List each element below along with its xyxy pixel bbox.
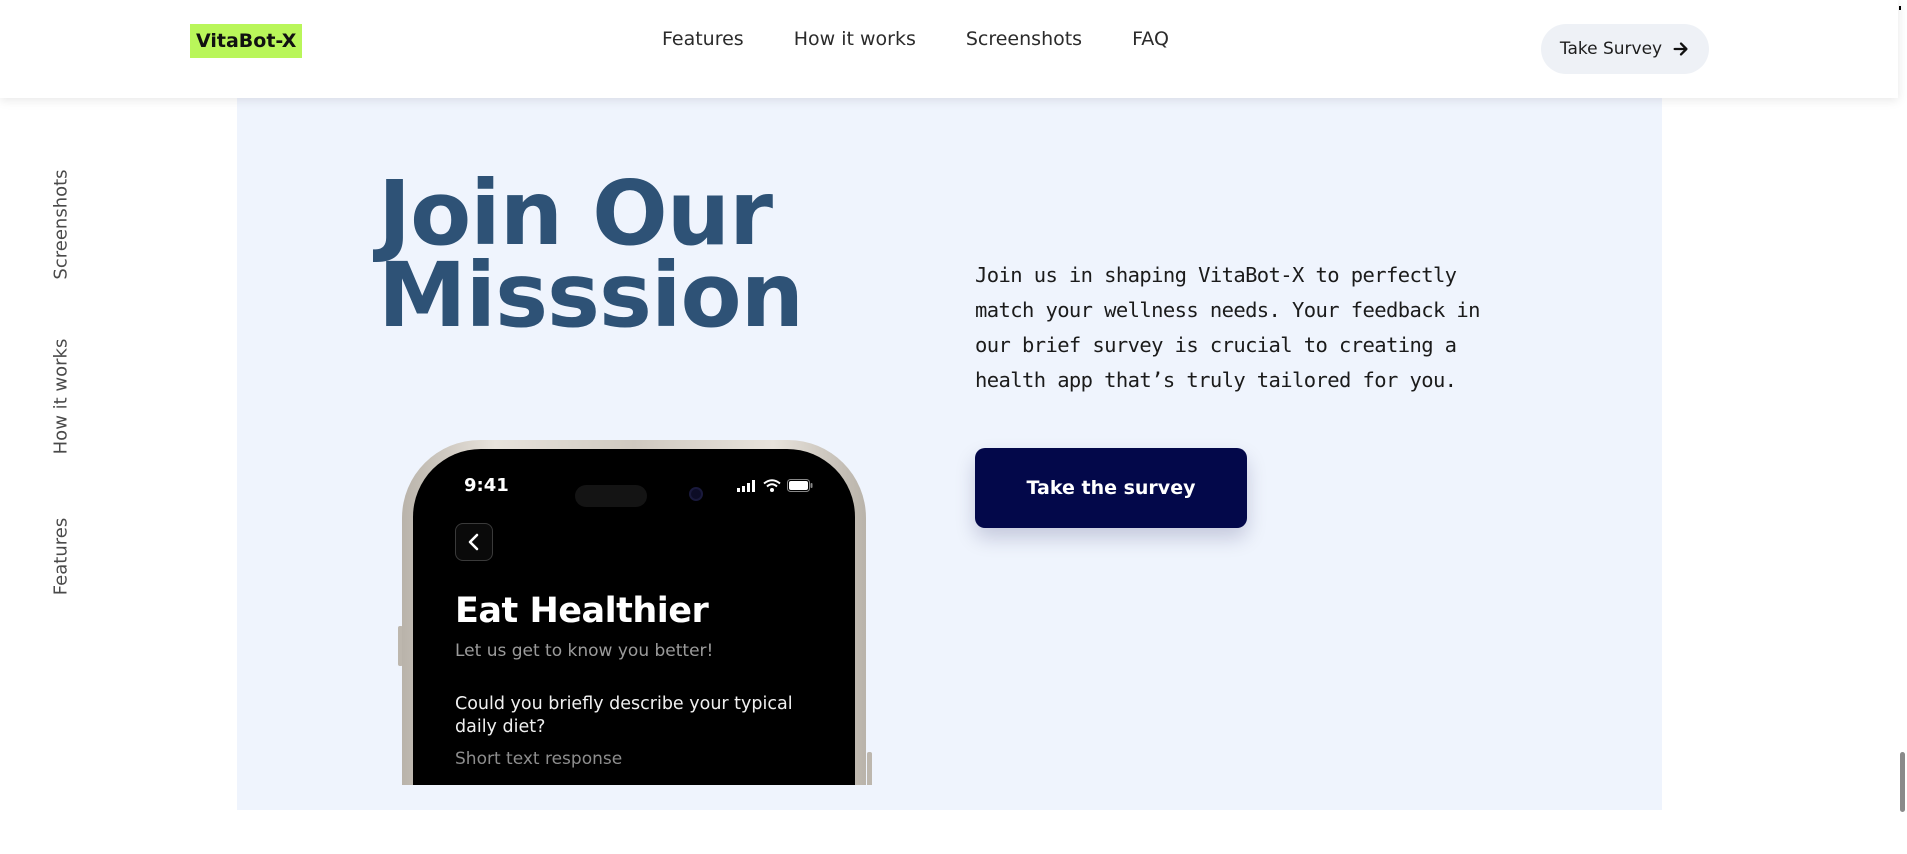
top-navbar: VitaBot-X Features How it works Screensh… xyxy=(0,0,1898,98)
scrollbar-thumb[interactable] xyxy=(1900,752,1905,812)
phone-frame: 9:41 Eat Healthier Let us get to know yo… xyxy=(402,440,866,785)
signal-icon xyxy=(737,479,755,492)
phone-screen-subtitle: Let us get to know you better! xyxy=(455,641,714,661)
nav-link-screenshots[interactable]: Screenshots xyxy=(966,28,1082,50)
page: VitaBot-X Features How it works Screensh… xyxy=(0,0,1907,854)
side-nav-features[interactable]: Features xyxy=(51,518,72,595)
phone-mockup: 9:41 Eat Healthier Let us get to know yo… xyxy=(398,438,872,785)
arrow-right-icon xyxy=(1673,42,1688,56)
nav-link-faq[interactable]: FAQ xyxy=(1132,28,1169,50)
chevron-left-icon xyxy=(468,533,479,551)
wifi-icon xyxy=(763,479,781,492)
nav-link-how-it-works[interactable]: How it works xyxy=(794,28,916,50)
take-the-survey-button[interactable]: Take the survey xyxy=(975,448,1247,528)
battery-icon xyxy=(787,479,813,492)
phone-side-button xyxy=(867,752,872,785)
side-nav: Screenshots How it works Features xyxy=(44,160,78,600)
side-nav-screenshots[interactable]: Screenshots xyxy=(51,169,72,279)
survey-question: Could you briefly describe your typical … xyxy=(455,694,793,737)
back-button[interactable] xyxy=(455,523,493,561)
section-title: Join Our Misssion xyxy=(378,161,804,347)
short-text-response-field[interactable]: Short text response xyxy=(455,749,622,769)
side-nav-how-it-works[interactable]: How it works xyxy=(51,339,72,455)
mission-description: Join us in shaping VitaBot-X to perfectl… xyxy=(975,263,1481,392)
status-icons xyxy=(737,479,813,492)
logo[interactable]: VitaBot-X xyxy=(190,24,303,58)
camera-icon xyxy=(689,487,703,501)
phone-screen: 9:41 Eat Healthier Let us get to know yo… xyxy=(413,449,855,785)
take-survey-header-button[interactable]: Take Survey xyxy=(1541,24,1709,74)
status-time: 9:41 xyxy=(464,475,509,496)
take-survey-label: Take Survey xyxy=(1559,39,1663,59)
page-scrollbar[interactable] xyxy=(1898,0,1907,854)
phone-screen-title: Eat Healthier xyxy=(455,591,709,631)
scrollbar-arrow xyxy=(1899,6,1901,10)
title-line-1: Join Our xyxy=(378,161,773,265)
title-line-2: Misssion xyxy=(378,243,804,347)
nav-link-features[interactable]: Features xyxy=(662,28,744,50)
main-nav: Features How it works Screenshots FAQ xyxy=(662,28,1169,50)
dynamic-island xyxy=(575,485,647,507)
